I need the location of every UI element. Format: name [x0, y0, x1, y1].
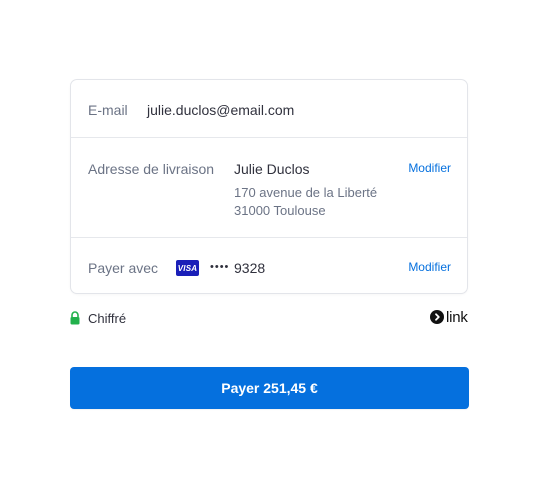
email-row: E-mail julie.duclos@email.com — [71, 80, 467, 137]
card-last4: 9328 — [234, 260, 266, 276]
shipping-address-line1: 170 avenue de la Liberté — [234, 185, 378, 200]
link-arrow-icon — [430, 310, 444, 324]
link-logo-text: link — [446, 308, 468, 326]
encryption-text: Chiffré — [88, 310, 127, 326]
shipping-address-line2: 31000 Toulouse — [234, 203, 326, 218]
lock-icon — [70, 311, 80, 325]
email-label: E-mail — [88, 102, 128, 118]
checkout-page: E-mail julie.duclos@email.com Adresse de… — [0, 0, 540, 490]
masked-card-dots: •••• — [210, 261, 230, 273]
link-logo: link — [430, 308, 468, 326]
encryption-status: Chiffré — [70, 310, 126, 326]
edit-shipping-button[interactable]: Modifier — [408, 161, 451, 175]
checkout-summary-card: E-mail julie.duclos@email.com Adresse de… — [70, 79, 468, 294]
shipping-row: Adresse de livraison Julie Duclos 170 av… — [71, 137, 467, 237]
email-value: julie.duclos@email.com — [147, 102, 295, 118]
shipping-label: Adresse de livraison — [88, 161, 215, 177]
edit-payment-button[interactable]: Modifier — [408, 260, 451, 274]
visa-card-icon: VISA — [176, 260, 199, 276]
shipping-name: Julie Duclos — [234, 161, 310, 177]
payment-label: Payer avec — [88, 260, 159, 276]
payment-row: Payer avec VISA •••• 9328 Modifier — [71, 237, 467, 295]
pay-button[interactable]: Payer 251,45 € — [70, 367, 469, 409]
